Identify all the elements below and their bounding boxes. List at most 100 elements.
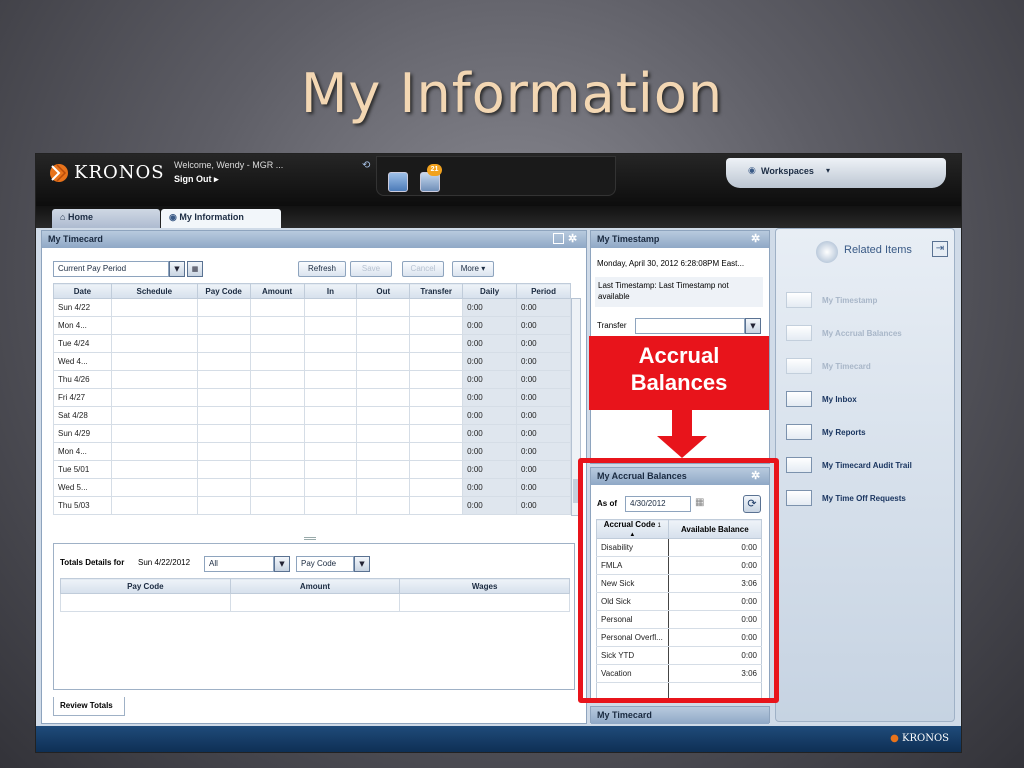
table-cell[interactable] — [303, 424, 358, 443]
totals-paycode-select[interactable]: Pay Code — [296, 556, 354, 572]
related-item[interactable]: My Inbox — [786, 390, 857, 408]
table-cell[interactable] — [196, 406, 251, 425]
column-header[interactable]: Wages — [399, 578, 570, 594]
table-cell[interactable] — [409, 298, 464, 317]
table-cell[interactable] — [303, 478, 358, 497]
table-cell[interactable] — [409, 406, 464, 425]
gear-icon[interactable]: ✲ — [751, 233, 763, 245]
table-cell[interactable]: 0:00 — [516, 352, 571, 371]
table-cell[interactable] — [196, 478, 251, 497]
table-row[interactable]: Mon 4... 0:00 0:00 — [53, 316, 571, 335]
table-cell[interactable] — [110, 460, 198, 479]
table-row[interactable]: Wed 4... 0:00 0:00 — [53, 352, 571, 371]
table-cell[interactable]: 0:00 — [516, 334, 571, 353]
table-cell[interactable]: 0:00 — [462, 478, 518, 497]
table-cell[interactable] — [356, 460, 411, 479]
table-cell[interactable] — [196, 424, 251, 443]
table-row[interactable]: Thu 5/03 0:00 0:00 — [53, 496, 571, 515]
table-cell[interactable] — [409, 388, 464, 407]
table-cell[interactable] — [110, 370, 198, 389]
table-cell[interactable] — [303, 496, 358, 515]
workspaces-label[interactable]: Workspaces — [761, 166, 814, 176]
table-cell[interactable] — [303, 352, 358, 371]
column-header[interactable]: In — [303, 283, 358, 299]
table-cell[interactable] — [196, 388, 251, 407]
table-cell[interactable] — [110, 388, 198, 407]
table-cell[interactable]: Sun 4/29 — [53, 424, 112, 443]
table-cell[interactable] — [249, 460, 305, 479]
column-header[interactable]: Daily — [462, 283, 518, 299]
table-cell[interactable] — [110, 316, 198, 335]
table-cell[interactable] — [303, 442, 358, 461]
review-totals-tab[interactable]: Review Totals — [53, 697, 125, 716]
table-cell[interactable]: 0:00 — [462, 334, 518, 353]
table-cell[interactable]: 0:00 — [462, 352, 518, 371]
chevron-down-icon[interactable]: ▼ — [354, 556, 370, 572]
calendar-icon[interactable]: ▦ — [187, 261, 203, 277]
table-row[interactable]: Thu 4/26 0:00 0:00 — [53, 370, 571, 389]
tab-home[interactable]: ⌂ Home — [52, 209, 160, 228]
table-cell[interactable]: 0:00 — [516, 442, 571, 461]
table-cell[interactable] — [110, 442, 198, 461]
table-cell[interactable]: Tue 5/01 — [53, 460, 112, 479]
table-row[interactable]: Tue 5/01 0:00 0:00 — [53, 460, 571, 479]
chevron-down-icon[interactable]: ▾ — [826, 166, 830, 175]
refresh-icon[interactable]: ⟲ — [362, 160, 370, 171]
table-cell[interactable]: Fri 4/27 — [53, 388, 112, 407]
column-header[interactable]: Amount — [249, 283, 305, 299]
table-cell[interactable]: Mon 4... — [53, 442, 112, 461]
table-cell[interactable]: Tue 4/24 — [53, 334, 112, 353]
table-cell[interactable] — [356, 496, 411, 515]
table-cell[interactable] — [409, 316, 464, 335]
table-cell[interactable]: Thu 5/03 — [53, 496, 112, 515]
chevron-down-icon[interactable]: ▼ — [745, 318, 761, 334]
table-cell[interactable] — [356, 442, 411, 461]
table-cell[interactable] — [110, 496, 198, 515]
related-item[interactable]: My Time Off Requests — [786, 489, 906, 507]
table-cell[interactable] — [196, 334, 251, 353]
table-cell[interactable]: 0:00 — [516, 370, 571, 389]
table-cell[interactable]: 0:00 — [462, 424, 518, 443]
table-cell[interactable]: 0:00 — [462, 316, 518, 335]
table-cell[interactable] — [249, 406, 305, 425]
tab-my-information[interactable]: ◉ My Information — [161, 209, 281, 228]
table-cell[interactable]: 0:00 — [462, 388, 518, 407]
column-header[interactable]: Schedule — [110, 283, 198, 299]
table-cell[interactable]: 0:00 — [462, 406, 518, 425]
splitter-handle[interactable] — [304, 537, 316, 540]
table-cell[interactable] — [303, 298, 358, 317]
chevron-down-icon[interactable]: ▼ — [169, 261, 185, 277]
pay-period-select[interactable]: Current Pay Period — [53, 261, 169, 277]
table-cell[interactable] — [303, 334, 358, 353]
table-cell[interactable] — [196, 442, 251, 461]
table-cell[interactable] — [356, 316, 411, 335]
table-cell[interactable] — [110, 298, 198, 317]
table-cell[interactable] — [110, 352, 198, 371]
table-cell[interactable] — [196, 496, 251, 515]
table-cell[interactable] — [409, 334, 464, 353]
table-cell[interactable]: Thu 4/26 — [53, 370, 112, 389]
table-cell[interactable] — [356, 352, 411, 371]
table-row[interactable]: Sun 4/22 0:00 0:00 — [53, 298, 571, 317]
table-cell[interactable] — [110, 478, 198, 497]
table-row[interactable]: Fri 4/27 0:00 0:00 — [53, 388, 571, 407]
related-item[interactable]: My Timecard Audit Trail — [786, 456, 912, 474]
table-cell[interactable] — [303, 370, 358, 389]
column-header[interactable]: Out — [356, 283, 411, 299]
mini-timecard-panel[interactable]: My Timecard — [590, 706, 770, 724]
workspaces-pill[interactable] — [726, 158, 946, 188]
table-cell[interactable] — [409, 478, 464, 497]
table-cell[interactable] — [356, 406, 411, 425]
refresh-button[interactable]: Refresh — [298, 261, 346, 277]
table-cell[interactable]: 0:00 — [462, 496, 518, 515]
table-cell[interactable] — [409, 370, 464, 389]
table-cell[interactable]: 0:00 — [516, 478, 571, 497]
table-cell[interactable] — [110, 334, 198, 353]
table-cell[interactable] — [249, 496, 305, 515]
table-cell[interactable] — [303, 388, 358, 407]
related-item[interactable]: My Timecard — [786, 357, 871, 375]
table-cell[interactable]: 0:00 — [516, 406, 571, 425]
table-cell[interactable] — [249, 424, 305, 443]
table-cell[interactable] — [303, 316, 358, 335]
table-cell[interactable] — [409, 460, 464, 479]
